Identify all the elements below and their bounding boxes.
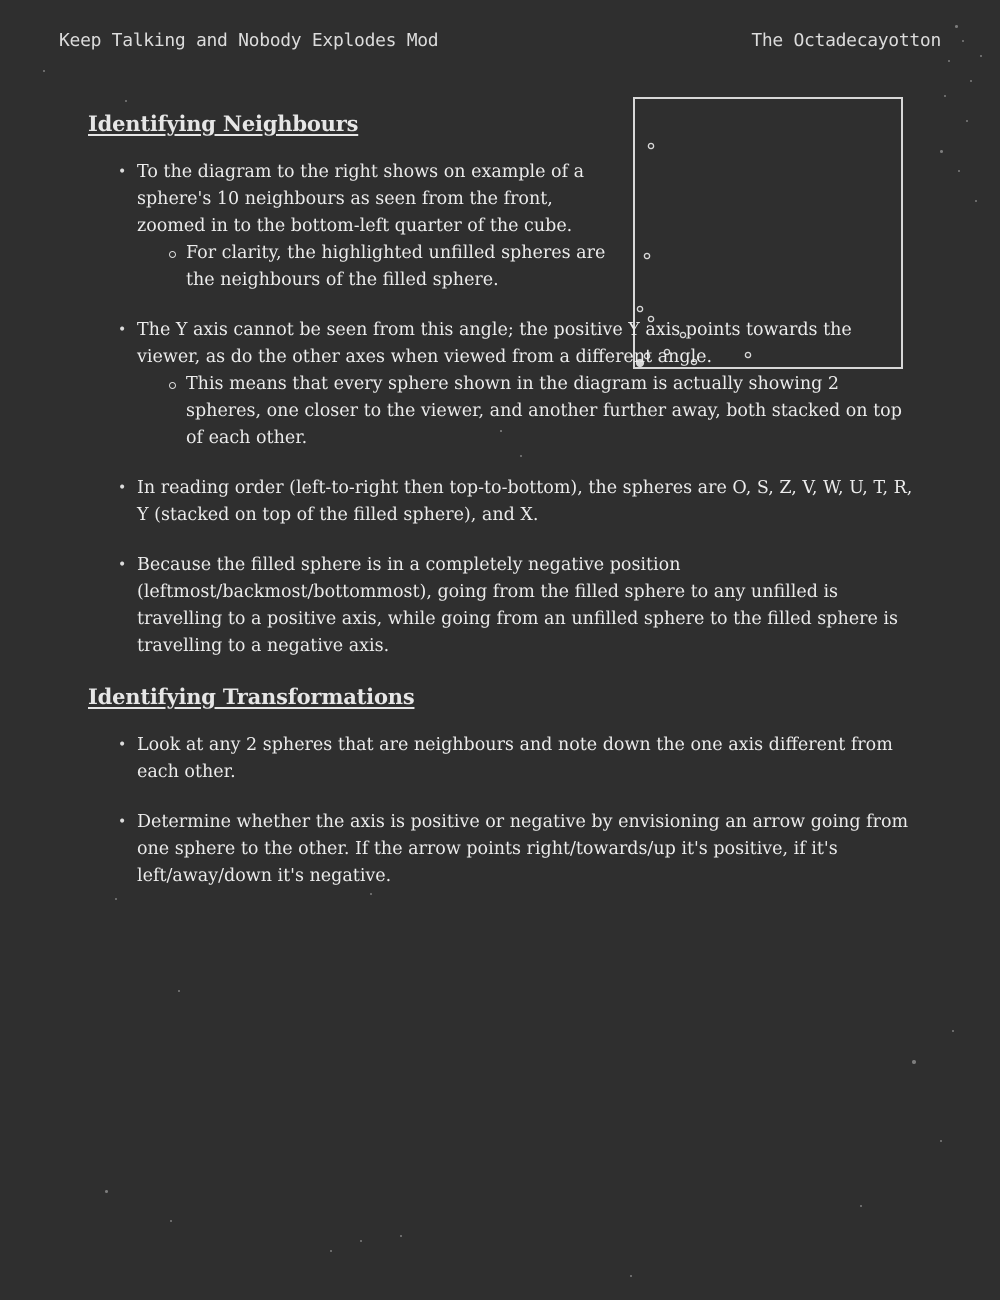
texture-speck — [940, 150, 943, 153]
texture-speck — [500, 430, 502, 432]
texture-speck — [370, 893, 372, 895]
list-item: In reading order (left-to-right then top… — [118, 475, 918, 529]
texture-speck — [940, 1140, 942, 1142]
texture-speck — [330, 1250, 332, 1252]
sub-bullet-text: For clarity, the highlighted unfilled sp… — [186, 243, 606, 290]
texture-speck — [400, 1235, 402, 1237]
transformations-list: Look at any 2 spheres that are neighbour… — [88, 732, 918, 890]
texture-speck — [115, 898, 117, 900]
texture-speck — [125, 100, 127, 102]
texture-speck — [948, 60, 950, 62]
bullet-text: Determine whether the axis is positive o… — [137, 812, 909, 886]
texture-speck — [105, 1190, 108, 1193]
sub-bullet-text: This means that every sphere shown in th… — [186, 374, 902, 448]
bullet-text: The Y axis cannot be seen from this angl… — [137, 320, 852, 367]
texture-speck — [630, 1275, 632, 1277]
texture-speck — [958, 170, 960, 172]
texture-speck — [912, 1060, 916, 1064]
sub-list-item: For clarity, the highlighted unfilled sp… — [169, 240, 607, 294]
page-content: Identifying Neighbours To the diagram to… — [88, 110, 918, 913]
page-header-left: Keep Talking and Nobody Explodes Mod — [59, 30, 439, 51]
list-item: The Y axis cannot be seen from this angl… — [118, 317, 918, 452]
texture-speck — [962, 40, 964, 42]
texture-speck — [43, 70, 45, 72]
page-header-right: The Octadecayotton — [751, 30, 941, 51]
texture-speck — [980, 55, 982, 57]
texture-speck — [944, 95, 946, 97]
section-title-neighbours: Identifying Neighbours — [88, 111, 359, 136]
bullet-text: Look at any 2 spheres that are neighbour… — [137, 735, 893, 782]
sub-list-item: This means that every sphere shown in th… — [169, 371, 918, 452]
texture-speck — [170, 1220, 172, 1222]
list-item: To the diagram to the right shows on exa… — [118, 159, 607, 294]
texture-speck — [970, 80, 972, 82]
neighbours-list: To the diagram to the right shows on exa… — [88, 159, 918, 660]
texture-speck — [360, 1240, 362, 1242]
texture-speck — [952, 1030, 954, 1032]
texture-speck — [975, 200, 977, 202]
texture-speck — [178, 990, 180, 992]
texture-speck — [860, 1205, 862, 1207]
bullet-text: Because the filled sphere is in a comple… — [137, 555, 898, 656]
texture-speck — [520, 455, 522, 457]
bullet-text: To the diagram to the right shows on exa… — [137, 162, 585, 236]
list-item: Look at any 2 spheres that are neighbour… — [118, 732, 918, 786]
sub-list: For clarity, the highlighted unfilled sp… — [137, 240, 607, 294]
section-title-transformations: Identifying Transformations — [88, 684, 415, 709]
bullet-text: In reading order (left-to-right then top… — [137, 478, 913, 525]
list-item: Because the filled sphere is in a comple… — [118, 552, 918, 660]
list-item: Determine whether the axis is positive o… — [118, 809, 918, 890]
texture-speck — [955, 25, 958, 28]
sub-list: This means that every sphere shown in th… — [137, 371, 918, 452]
texture-speck — [966, 120, 968, 122]
